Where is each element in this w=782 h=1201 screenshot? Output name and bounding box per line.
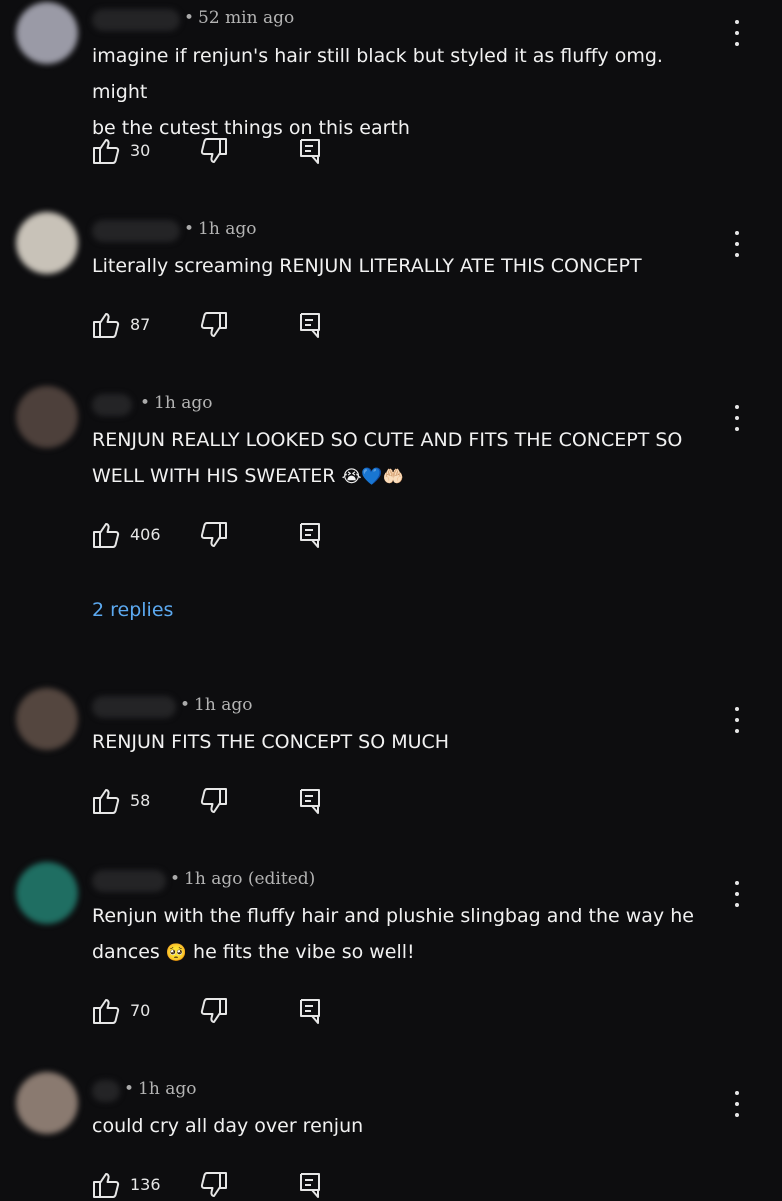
username-blurred[interactable] xyxy=(92,1080,120,1102)
thumbs-down-icon[interactable] xyxy=(200,1171,228,1199)
comment-timestamp: • 1h ago xyxy=(184,219,257,239)
more-vertical-icon[interactable] xyxy=(730,1091,744,1117)
avatar[interactable] xyxy=(16,212,78,274)
comment-reply-icon[interactable] xyxy=(298,1171,322,1199)
more-vertical-icon[interactable] xyxy=(730,881,744,907)
comment-timestamp: • 1h ago xyxy=(140,393,213,413)
comment-text: imagine if renjun's hair still black but… xyxy=(92,45,663,139)
comment-timestamp: • 52 min ago xyxy=(184,8,295,28)
comment-actions: 406 xyxy=(92,521,352,551)
avatar[interactable] xyxy=(16,688,78,750)
like-count: 406 xyxy=(130,525,161,544)
comment-text: Renjun with the fluffy hair and plushie … xyxy=(92,905,694,963)
avatar[interactable] xyxy=(16,1072,78,1134)
thumbs-up-icon[interactable] xyxy=(92,1171,120,1199)
thumbs-up-icon[interactable] xyxy=(92,997,120,1025)
like-count: 58 xyxy=(130,791,151,810)
more-vertical-icon[interactable] xyxy=(730,707,744,733)
comment-actions: 58 xyxy=(92,787,352,817)
more-vertical-icon[interactable] xyxy=(730,405,744,431)
thumbs-down-icon[interactable] xyxy=(200,137,228,165)
username-blurred[interactable] xyxy=(92,696,176,718)
comment-actions: 87 xyxy=(92,311,352,341)
avatar[interactable] xyxy=(16,2,78,64)
comment-reply-icon[interactable] xyxy=(298,997,322,1025)
username-blurred[interactable] xyxy=(92,870,166,892)
thumbs-down-icon[interactable] xyxy=(200,311,228,339)
thumbs-up-icon[interactable] xyxy=(92,521,120,549)
emoji: 😭💙🤲🏻 xyxy=(341,467,404,487)
avatar[interactable] xyxy=(16,862,78,924)
like-count: 70 xyxy=(130,1001,151,1020)
comment-text: could cry all day over renjun xyxy=(92,1115,364,1137)
thumbs-down-icon[interactable] xyxy=(200,997,228,1025)
comment-actions: 30 xyxy=(92,137,352,167)
emoji: 🥺 xyxy=(165,943,187,963)
thumbs-up-icon[interactable] xyxy=(92,137,120,165)
username-blurred[interactable] xyxy=(92,394,132,416)
avatar[interactable] xyxy=(16,386,78,448)
comment-text: RENJUN REALLY LOOKED SO CUTE AND FITS TH… xyxy=(92,429,683,487)
comment-text: Literally screaming RENJUN LITERALLY ATE… xyxy=(92,255,642,277)
comment-reply-icon[interactable] xyxy=(298,137,322,165)
comment-reply-icon[interactable] xyxy=(298,521,322,549)
view-replies-link[interactable]: 2 replies xyxy=(92,599,173,621)
username-blurred[interactable] xyxy=(92,220,180,242)
comment-actions: 136 xyxy=(92,1171,352,1201)
comment-timestamp: • 1h ago xyxy=(180,695,253,715)
more-vertical-icon[interactable] xyxy=(730,231,744,257)
like-count: 87 xyxy=(130,315,151,334)
more-vertical-icon[interactable] xyxy=(730,20,744,46)
like-count: 30 xyxy=(130,141,151,160)
thumbs-down-icon[interactable] xyxy=(200,521,228,549)
thumbs-up-icon[interactable] xyxy=(92,787,120,815)
comment-actions: 70 xyxy=(92,997,352,1027)
comment-timestamp: • 1h ago (edited) xyxy=(170,869,316,889)
comment-reply-icon[interactable] xyxy=(298,311,322,339)
like-count: 136 xyxy=(130,1175,161,1194)
comment-timestamp: • 1h ago xyxy=(124,1079,197,1099)
thumbs-up-icon[interactable] xyxy=(92,311,120,339)
comment-text: RENJUN FITS THE CONCEPT SO MUCH xyxy=(92,731,450,753)
thumbs-down-icon[interactable] xyxy=(200,787,228,815)
comment-reply-icon[interactable] xyxy=(298,787,322,815)
username-blurred[interactable] xyxy=(92,9,180,31)
